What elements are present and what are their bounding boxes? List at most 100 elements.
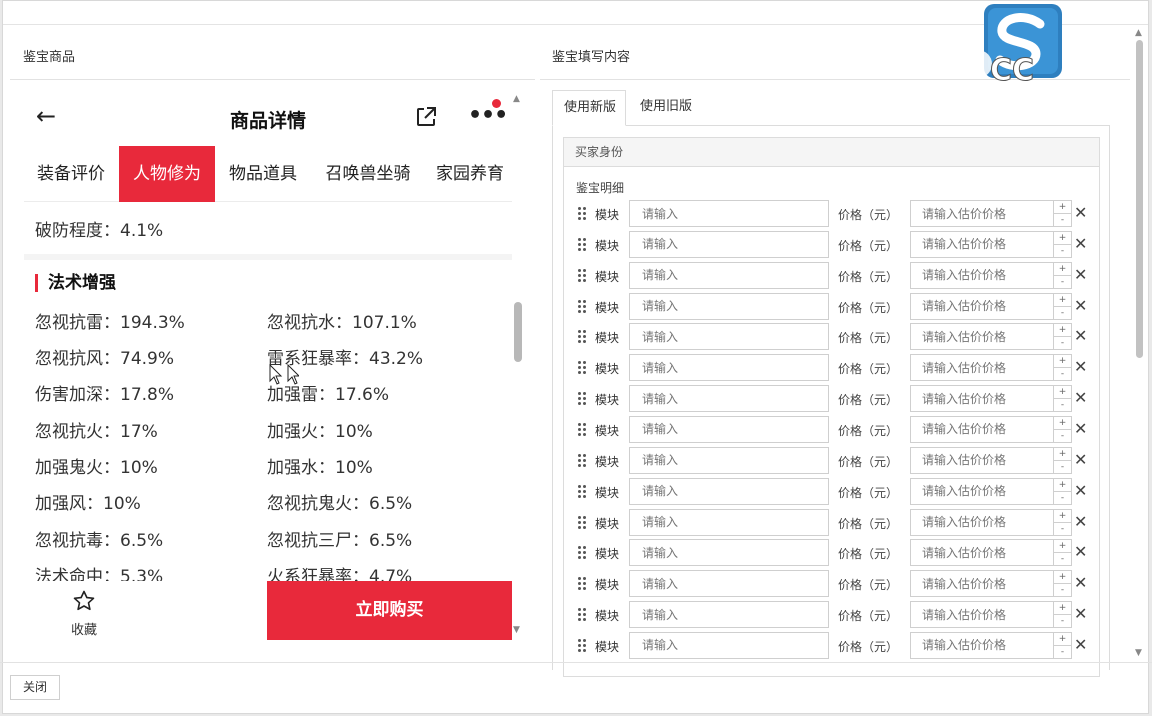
delete-row-icon[interactable]: ✕ [1074, 573, 1087, 593]
increment-button[interactable]: + [1054, 232, 1071, 245]
price-input[interactable] [910, 631, 1072, 659]
drag-handle-icon[interactable] [577, 515, 587, 531]
decrement-button[interactable]: - [1054, 553, 1071, 566]
tab-summons[interactable]: 召唤兽坐骑 [316, 146, 420, 202]
close-button[interactable]: 关闭 [10, 675, 60, 700]
increment-button[interactable]: + [1054, 479, 1071, 492]
delete-row-icon[interactable]: ✕ [1074, 265, 1087, 285]
delete-row-icon[interactable]: ✕ [1074, 326, 1087, 346]
decrement-button[interactable]: - [1054, 245, 1071, 258]
drag-handle-icon[interactable] [577, 329, 587, 345]
price-stepper[interactable]: + - [1053, 323, 1072, 351]
module-input[interactable] [629, 230, 829, 258]
price-input[interactable] [910, 261, 1072, 289]
delete-row-icon[interactable]: ✕ [1074, 604, 1087, 624]
delete-row-icon[interactable]: ✕ [1074, 388, 1087, 408]
price-stepper[interactable]: + - [1053, 354, 1072, 382]
module-input[interactable] [629, 446, 829, 474]
price-stepper[interactable]: + - [1053, 230, 1072, 258]
scroll-up-icon[interactable]: ▲ [513, 94, 520, 104]
decrement-button[interactable]: - [1054, 584, 1071, 597]
share-icon[interactable] [414, 105, 438, 129]
module-input[interactable] [629, 631, 829, 659]
module-input[interactable] [629, 292, 829, 320]
module-input[interactable] [629, 200, 829, 227]
drag-handle-icon[interactable] [577, 545, 587, 561]
price-input[interactable] [910, 354, 1072, 382]
decrement-button[interactable]: - [1054, 523, 1071, 536]
increment-button[interactable]: + [1054, 633, 1071, 646]
increment-button[interactable]: + [1054, 386, 1071, 400]
preview-scrollbar[interactable]: ▲ ▼ [511, 92, 525, 637]
delete-row-icon[interactable]: ✕ [1074, 296, 1087, 316]
scroll-up-icon[interactable]: ▲ [1135, 28, 1142, 38]
price-input[interactable] [910, 539, 1072, 567]
increment-button[interactable]: + [1054, 571, 1071, 585]
module-input[interactable] [629, 385, 829, 413]
module-input[interactable] [629, 261, 829, 289]
drag-handle-icon[interactable] [577, 607, 587, 623]
delete-row-icon[interactable]: ✕ [1074, 542, 1087, 562]
price-input[interactable] [910, 200, 1072, 227]
scrollbar-thumb[interactable] [1136, 40, 1143, 358]
module-input[interactable] [629, 354, 829, 382]
increment-button[interactable]: + [1054, 602, 1071, 616]
tab-new-version[interactable]: 使用新版 [552, 90, 626, 126]
price-stepper[interactable]: + - [1053, 477, 1072, 505]
drag-handle-icon[interactable] [577, 206, 587, 222]
price-stepper[interactable]: + - [1053, 446, 1072, 474]
price-stepper[interactable]: + - [1053, 601, 1072, 629]
module-input[interactable] [629, 570, 829, 598]
price-stepper[interactable]: + - [1053, 508, 1072, 536]
delete-row-icon[interactable]: ✕ [1074, 635, 1087, 655]
decrement-button[interactable]: - [1054, 492, 1071, 505]
delete-row-icon[interactable]: ✕ [1074, 357, 1087, 377]
decrement-button[interactable]: - [1054, 646, 1071, 659]
delete-row-icon[interactable]: ✕ [1074, 512, 1087, 532]
drag-handle-icon[interactable] [577, 391, 587, 407]
decrement-button[interactable]: - [1054, 430, 1071, 443]
price-stepper[interactable]: + - [1053, 292, 1072, 320]
decrement-button[interactable]: - [1054, 368, 1071, 381]
price-stepper[interactable]: + - [1053, 631, 1072, 659]
increment-button[interactable]: + [1054, 294, 1071, 307]
module-input[interactable] [629, 477, 829, 505]
tab-home[interactable]: 家园养育 [428, 146, 512, 202]
increment-button[interactable]: + [1054, 417, 1071, 430]
decrement-button[interactable]: - [1054, 615, 1071, 628]
decrement-button[interactable]: - [1054, 337, 1071, 350]
price-input[interactable] [910, 323, 1072, 351]
price-stepper[interactable]: + - [1053, 200, 1072, 227]
price-input[interactable] [910, 385, 1072, 413]
price-stepper[interactable]: + - [1053, 261, 1072, 289]
price-stepper[interactable]: + - [1053, 539, 1072, 567]
price-input[interactable] [910, 446, 1072, 474]
price-input[interactable] [910, 508, 1072, 536]
increment-button[interactable]: + [1054, 324, 1071, 338]
tab-equipment-rating[interactable]: 装备评价 [24, 146, 118, 202]
drag-handle-icon[interactable] [577, 360, 587, 376]
tab-old-version[interactable]: 使用旧版 [629, 90, 703, 126]
drag-handle-icon[interactable] [577, 268, 587, 284]
price-input[interactable] [910, 477, 1072, 505]
favorite-button[interactable]: 收藏 [64, 589, 104, 638]
delete-row-icon[interactable]: ✕ [1074, 450, 1087, 470]
price-input[interactable] [910, 570, 1072, 598]
increment-button[interactable]: + [1054, 263, 1071, 276]
price-stepper[interactable]: + - [1053, 415, 1072, 443]
increment-button[interactable]: + [1054, 448, 1071, 461]
delete-row-icon[interactable]: ✕ [1074, 234, 1087, 254]
scroll-down-icon[interactable]: ▼ [513, 625, 520, 635]
price-input[interactable] [910, 601, 1072, 629]
price-input[interactable] [910, 230, 1072, 258]
scrollbar-thumb[interactable] [514, 302, 522, 362]
buy-now-button[interactable]: 立即购买 [267, 581, 512, 640]
tab-items[interactable]: 物品道具 [219, 146, 307, 202]
more-icon[interactable]: ••• [468, 105, 508, 127]
drag-handle-icon[interactable] [577, 484, 587, 500]
decrement-button[interactable]: - [1054, 399, 1071, 412]
module-input[interactable] [629, 539, 829, 567]
delete-row-icon[interactable]: ✕ [1074, 481, 1087, 501]
scroll-down-icon[interactable]: ▼ [1135, 648, 1142, 658]
decrement-button[interactable]: - [1054, 214, 1071, 227]
